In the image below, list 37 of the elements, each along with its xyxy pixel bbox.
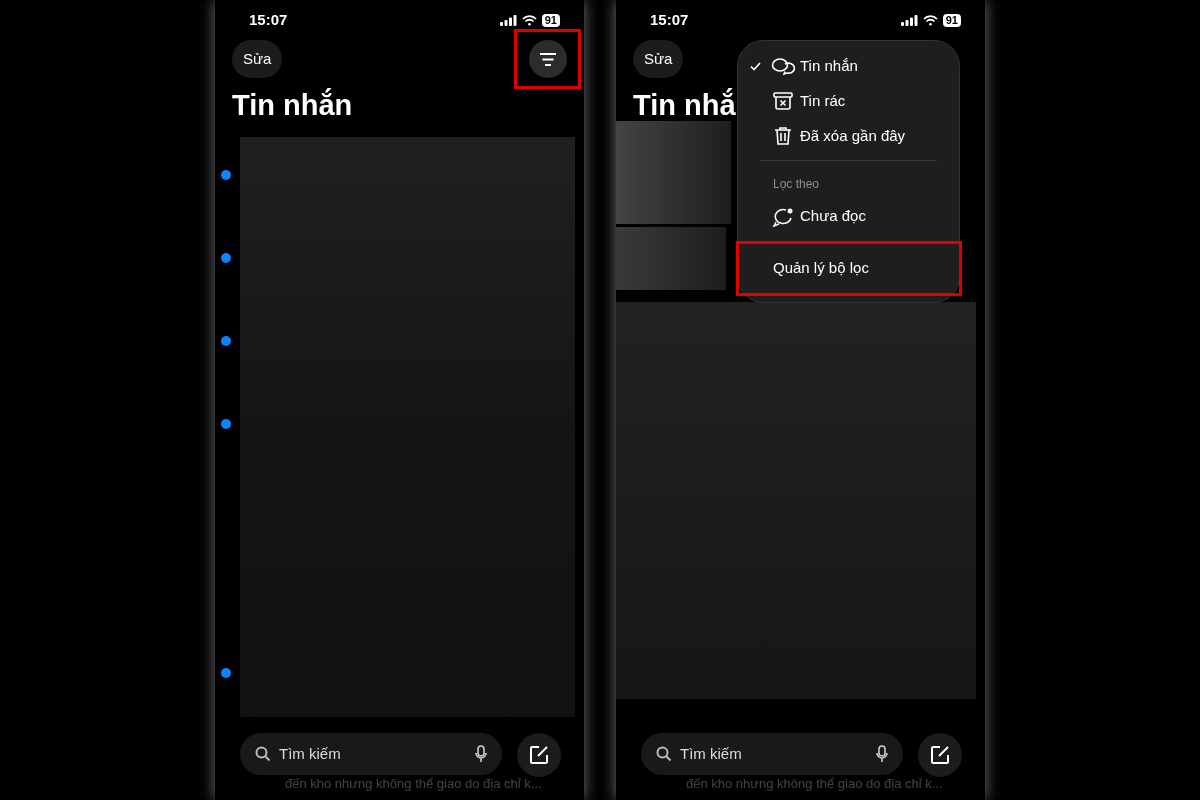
page-title: Tin nhắn	[232, 89, 353, 121]
trash-box-icon	[773, 92, 793, 111]
microphone-icon[interactable]	[475, 745, 487, 763]
signal-icon	[499, 14, 517, 26]
search-field[interactable]: Tìm kiếm	[240, 733, 502, 775]
status-time: 15:07	[249, 9, 288, 30]
search-input[interactable]: Tìm kiếm	[279, 742, 467, 766]
signal-icon	[900, 14, 918, 26]
menu-item[interactable]: Chưa đọc	[738, 199, 959, 235]
edit-button[interactable]: Sửa	[232, 40, 283, 78]
compose-button[interactable]	[517, 733, 561, 777]
unread-bubble-icon	[772, 206, 794, 227]
compose-icon	[930, 745, 950, 765]
menu-item[interactable]: Đã xóa gần đây	[738, 118, 959, 154]
microphone-icon[interactable]	[876, 745, 888, 763]
wifi-icon	[521, 14, 537, 26]
chat-bubbles-icon	[771, 57, 795, 76]
filter-button[interactable]	[528, 40, 567, 78]
battery-level: 91	[541, 13, 560, 27]
wifi-icon	[922, 14, 938, 26]
checkmark-icon	[750, 61, 761, 71]
edit-button[interactable]: Sửa	[633, 40, 684, 78]
compose-button[interactable]	[918, 733, 962, 777]
status-time: 15:07	[650, 9, 689, 30]
section-header: Lọc theo	[773, 177, 820, 192]
search-field[interactable]: Tìm kiếm	[641, 733, 903, 775]
menu-item[interactable]: Quản lý bộ lọc	[773, 257, 869, 280]
menu-item[interactable]: Tin rác	[738, 83, 959, 119]
search-icon	[255, 746, 271, 762]
search-input[interactable]: Tìm kiếm	[680, 742, 868, 766]
battery-level: 91	[942, 13, 961, 27]
compose-icon	[529, 745, 549, 765]
search-icon	[656, 746, 672, 762]
menu-item[interactable]: Tin nhắn	[738, 49, 959, 84]
page-title: Tin nhắ	[633, 89, 736, 121]
trash-icon	[774, 125, 792, 146]
menu-icon	[538, 52, 557, 66]
